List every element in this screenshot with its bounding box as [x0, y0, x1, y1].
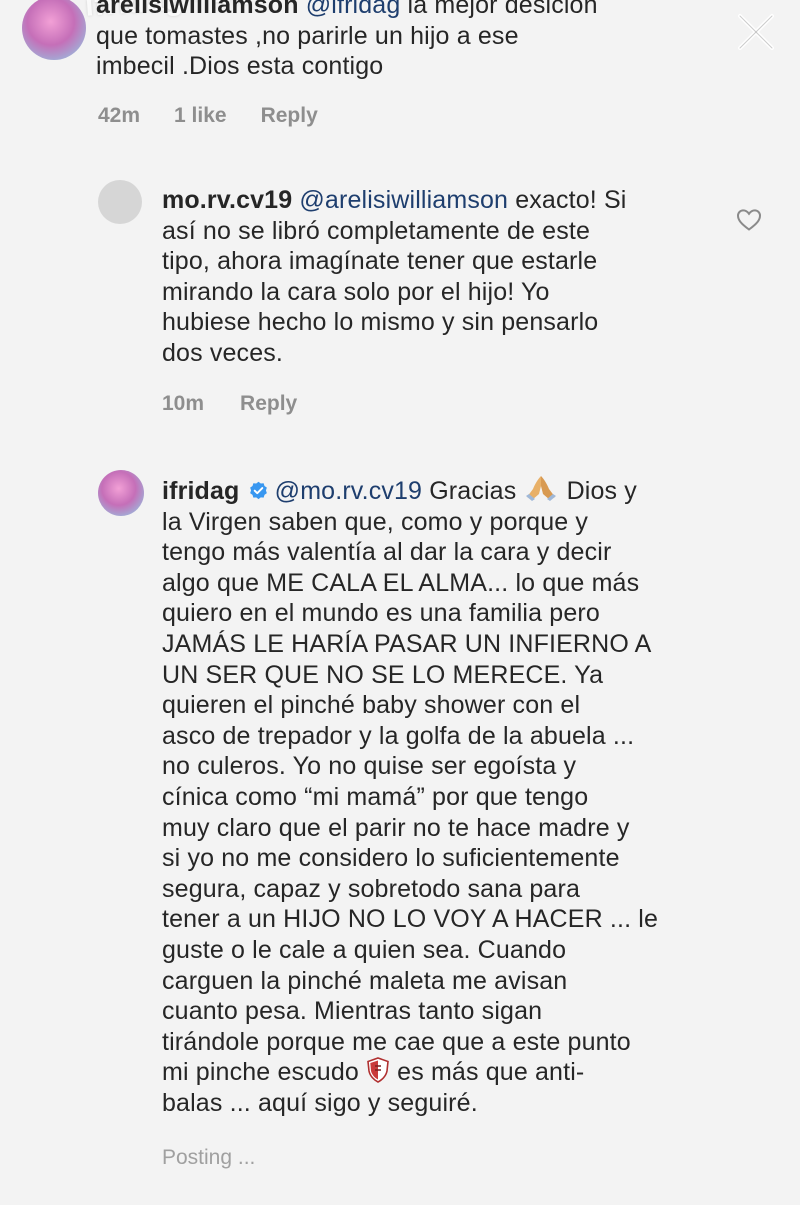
comment-line: si yo no me considero lo suficientemente: [162, 844, 620, 873]
comment-line: que tomastes ,no parirle un hijo a ese: [96, 21, 519, 50]
comment-meta: 42m 1 like Reply: [98, 104, 318, 128]
comment-mention[interactable]: @ifridag: [306, 0, 401, 19]
comment-line: JAMÁS LE HARÍA PASAR UN INFIERNO A: [162, 629, 652, 658]
comment-line: exacto! Si: [508, 186, 627, 214]
reply-button[interactable]: Reply: [261, 104, 318, 128]
close-icon[interactable]: [734, 10, 778, 54]
comment-username[interactable]: ifridag: [162, 477, 239, 505]
avatar[interactable]: [98, 180, 142, 224]
verified-badge-icon: [249, 481, 267, 500]
avatar[interactable]: [22, 0, 86, 60]
comment-line: tener a un HIJO NO LO VOY A HACER ... le: [162, 905, 659, 934]
comment-line: imbecil .Dios esta contigo: [96, 52, 384, 81]
comment-line: quiero en el mundo es una familia pero: [162, 599, 600, 628]
comment-line: tengo más valentía al dar la cara y deci…: [162, 538, 612, 567]
comment-line: la Virgen saben que, como y porque y: [162, 507, 589, 536]
comment-mention[interactable]: @mo.rv.cv19: [275, 477, 422, 505]
comment-line: la mejor desicion: [400, 0, 598, 19]
comment-username[interactable]: mo.rv.cv19: [162, 186, 292, 214]
comment-time: 42m: [98, 104, 141, 127]
comment-line: mi pinche escudo: [162, 1058, 367, 1087]
comment-line: así no se libró completamente de este: [162, 216, 591, 245]
comment-body: arelisiwilliamson @ifridag la mejor desi…: [96, 0, 716, 82]
story-overlay: ifridag · 4h arelisiwilliamson @ifridag …: [0, 0, 800, 1205]
comment-line: asco de trepador y la golfa de la abuela…: [162, 721, 635, 750]
comment-mention[interactable]: @arelisiwilliamson: [299, 186, 508, 214]
posting-status: Posting ...: [162, 1146, 256, 1169]
comment-line: cuanto pesa. Mientras tanto sigan: [162, 997, 543, 1026]
comment-line: UN SER QUE NO SE LO MERECE. Ya: [162, 660, 604, 689]
comment-line: guste o le cale a quien sea. Cuando: [162, 935, 567, 964]
comment-line: segura, capaz y sobretodo sana para: [162, 874, 581, 903]
comment-line: no culeros. Yo no quise ser egoísta y: [162, 752, 577, 781]
comment-line: algo que ME CALA EL ALMA... lo que más: [162, 568, 640, 597]
reply-button[interactable]: Reply: [240, 392, 297, 416]
comment-line: es más que anti-: [390, 1058, 585, 1087]
folded-hands-icon: [526, 476, 557, 501]
comment-line: Dios y: [559, 477, 637, 505]
comment-line: carguen la pinché maleta me avisan: [162, 966, 568, 995]
comment-line: hubiese hecho lo mismo y sin pensarlo: [162, 308, 599, 337]
comment-username[interactable]: arelisiwilliamson: [96, 0, 299, 19]
comment-time: 10m: [162, 392, 205, 415]
comment-body: ifridag @mo.rv.cv19 Gracias Dios y la Vi…: [162, 474, 762, 1118]
comment-likes[interactable]: 1 like: [174, 104, 227, 128]
comment-line: Gracias: [422, 477, 524, 505]
comment-line: mirando la cara solo por el hijo! Yo: [162, 277, 550, 306]
comment-line: muy claro que el parir no te hace madre …: [162, 813, 630, 842]
shield-icon: [367, 1057, 389, 1084]
comment-line: balas ... aquí sigo y seguiré.: [162, 1088, 478, 1117]
heart-icon[interactable]: [736, 208, 762, 232]
comment-line: dos veces.: [162, 338, 284, 367]
comment-line: tipo, ahora imagínate tener que estarle: [162, 247, 598, 276]
comment-line: tirándole porque me cae que a este punto: [162, 1027, 631, 1056]
avatar[interactable]: [98, 470, 144, 516]
comment-body: mo.rv.cv19 @arelisiwilliamson exacto! Si…: [162, 185, 732, 369]
comment-line: cínica como “mi mamá” por que tengo: [162, 782, 589, 811]
comment-meta: 10m Reply: [162, 392, 297, 416]
comment-line: quieren el pinché baby shower con el: [162, 691, 581, 720]
